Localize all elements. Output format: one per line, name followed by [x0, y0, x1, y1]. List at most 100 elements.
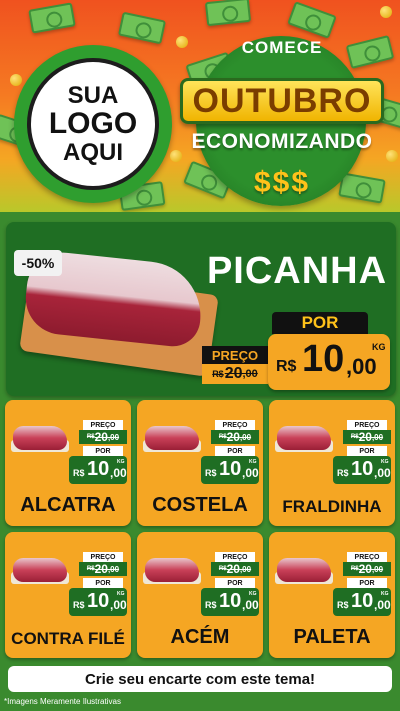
- new-price: R$ 10,00 KG: [333, 456, 391, 484]
- price-unit: KG: [249, 591, 257, 597]
- price-integer: 10: [219, 590, 242, 612]
- money-bill-icon: [28, 2, 76, 34]
- new-price-label: POR: [347, 578, 387, 588]
- price-unit: KG: [117, 459, 125, 465]
- price-unit: KG: [372, 342, 386, 352]
- product-name: FRALDINHA: [282, 497, 382, 516]
- new-price: R$ 10,00 KG: [201, 588, 259, 616]
- price-integer: 10: [351, 590, 374, 612]
- price-currency: R$: [73, 468, 85, 478]
- price-decimal: ,00: [346, 354, 377, 379]
- old-price-integer: 20: [226, 430, 240, 444]
- new-price: R$ 10,00 KG: [69, 456, 127, 484]
- product-card[interactable]: PREÇO R$ 20,00 POR R$ 10,00 KG ALCATRA: [5, 400, 131, 526]
- product-card[interactable]: PREÇO R$ 20,00 POR R$ 10,00 KG PALETA: [269, 532, 395, 658]
- product-card[interactable]: PREÇO R$ 20,00 POR R$ 10,00 KG COSTELA: [137, 400, 263, 526]
- offers-section: -50% PICANHA PREÇO R$ 20 ,00 POR R$ 10 ,…: [0, 212, 400, 711]
- meat-image: [277, 426, 331, 450]
- featured-product-card[interactable]: -50% PICANHA PREÇO R$ 20 ,00 POR R$ 10 ,…: [6, 222, 396, 396]
- old-price: R$ 20,00: [79, 430, 127, 444]
- logo-text-line-1: SUA: [67, 82, 119, 110]
- price-decimal: ,00: [374, 598, 391, 612]
- promo-badge: COMECE OUTUBRO ECONOMIZANDO $$$: [180, 28, 384, 208]
- old-price-label: PREÇO: [83, 552, 123, 562]
- new-price: R$ 10 ,00 KG: [268, 334, 390, 390]
- new-price-label: POR: [83, 446, 123, 456]
- meat-image: [13, 558, 67, 582]
- meat-image: [13, 426, 67, 450]
- old-price: R$ 20,00: [343, 562, 391, 576]
- promo-economizando-text: ECONOMIZANDO: [191, 130, 373, 153]
- old-price-label: PREÇO: [83, 420, 123, 430]
- coin-icon: [10, 74, 22, 86]
- coin-icon: [170, 150, 182, 162]
- money-bill-icon: [204, 0, 252, 27]
- product-card[interactable]: PREÇO R$ 20,00 POR R$ 10,00 KG FRALDINHA: [269, 400, 395, 526]
- price-unit: KG: [249, 459, 257, 465]
- product-card[interactable]: PREÇO R$ 20,00 POR R$ 10,00 KG ACÉM: [137, 532, 263, 658]
- price-integer: 10: [87, 590, 110, 612]
- old-price-label: PREÇO: [215, 420, 255, 430]
- product-name: PALETA: [293, 626, 371, 648]
- old-price-decimal: ,00: [107, 564, 120, 574]
- promo-comece-text: COMECE: [241, 38, 323, 57]
- logo-text-line-2: LOGO: [48, 107, 138, 141]
- price-currency: R$: [337, 468, 349, 478]
- old-price: R$ 20 ,00: [202, 364, 268, 384]
- old-price-decimal: ,00: [371, 564, 384, 574]
- old-price-currency: R$: [350, 434, 359, 440]
- product-name: COSTELA: [152, 494, 248, 516]
- old-price-integer: 20: [94, 430, 108, 444]
- disclaimer-text: *Imagens Meramente Ilustrativas: [4, 697, 121, 706]
- meat-image: [145, 426, 199, 450]
- old-price-label: PREÇO: [215, 552, 255, 562]
- logo-badge[interactable]: SUA LOGO AQUI: [14, 45, 172, 203]
- old-price-decimal: ,00: [239, 432, 252, 442]
- price-decimal: ,00: [242, 466, 259, 480]
- price-currency: R$: [276, 358, 297, 375]
- price-integer: 10: [351, 458, 374, 480]
- old-price: R$ 20,00: [211, 562, 259, 576]
- header-banner: SUA LOGO AQUI COMECE OUTUBRO ECONOMIZAND…: [0, 0, 400, 212]
- logo-text-line-3: AQUI: [63, 138, 123, 166]
- old-price-decimal: ,00: [239, 564, 252, 574]
- old-price-currency: R$: [212, 369, 224, 379]
- coin-icon: [380, 6, 392, 18]
- dollar-signs-icon: $$$: [253, 166, 311, 199]
- new-price-label: POR: [83, 578, 123, 588]
- new-price: R$ 10,00 KG: [333, 588, 391, 616]
- price-currency: R$: [205, 468, 217, 478]
- featured-product-name: PICANHA: [206, 250, 388, 292]
- new-price: R$ 10,00 KG: [201, 456, 259, 484]
- product-card[interactable]: PREÇO R$ 20,00 POR R$ 10,00 KG CONTRA FILÉ: [5, 532, 131, 658]
- price-decimal: ,00: [110, 598, 127, 612]
- new-price-label: POR: [272, 312, 368, 334]
- product-name: CONTRA FILÉ: [11, 629, 125, 648]
- old-price: R$ 20,00: [211, 430, 259, 444]
- old-price-label: PREÇO: [347, 420, 387, 430]
- old-price-integer: 20: [358, 562, 372, 576]
- price-integer: 10: [302, 338, 345, 380]
- product-name: ACÉM: [170, 626, 230, 648]
- new-price-label: POR: [347, 446, 387, 456]
- price-currency: R$: [337, 600, 349, 610]
- old-price-currency: R$: [86, 434, 95, 440]
- old-price-integer: 20: [358, 430, 372, 444]
- new-price-label: POR: [215, 578, 255, 588]
- discount-badge: -50%: [14, 250, 62, 276]
- price-decimal: ,00: [242, 598, 259, 612]
- old-price-currency: R$: [350, 566, 359, 572]
- old-price-currency: R$: [218, 434, 227, 440]
- old-price-decimal: ,00: [242, 368, 258, 380]
- old-price-currency: R$: [86, 566, 95, 572]
- old-price-decimal: ,00: [371, 432, 384, 442]
- logo-placeholder[interactable]: SUA LOGO AQUI: [27, 58, 159, 190]
- meat-image: [145, 558, 199, 582]
- old-price-label: PREÇO: [347, 552, 387, 562]
- create-flyer-banner[interactable]: Crie seu encarte com este tema!: [8, 666, 392, 692]
- price-currency: R$: [73, 600, 85, 610]
- product-name: ALCATRA: [20, 494, 116, 516]
- old-price: R$ 20,00: [343, 430, 391, 444]
- price-integer: 10: [219, 458, 242, 480]
- old-price-decimal: ,00: [107, 432, 120, 442]
